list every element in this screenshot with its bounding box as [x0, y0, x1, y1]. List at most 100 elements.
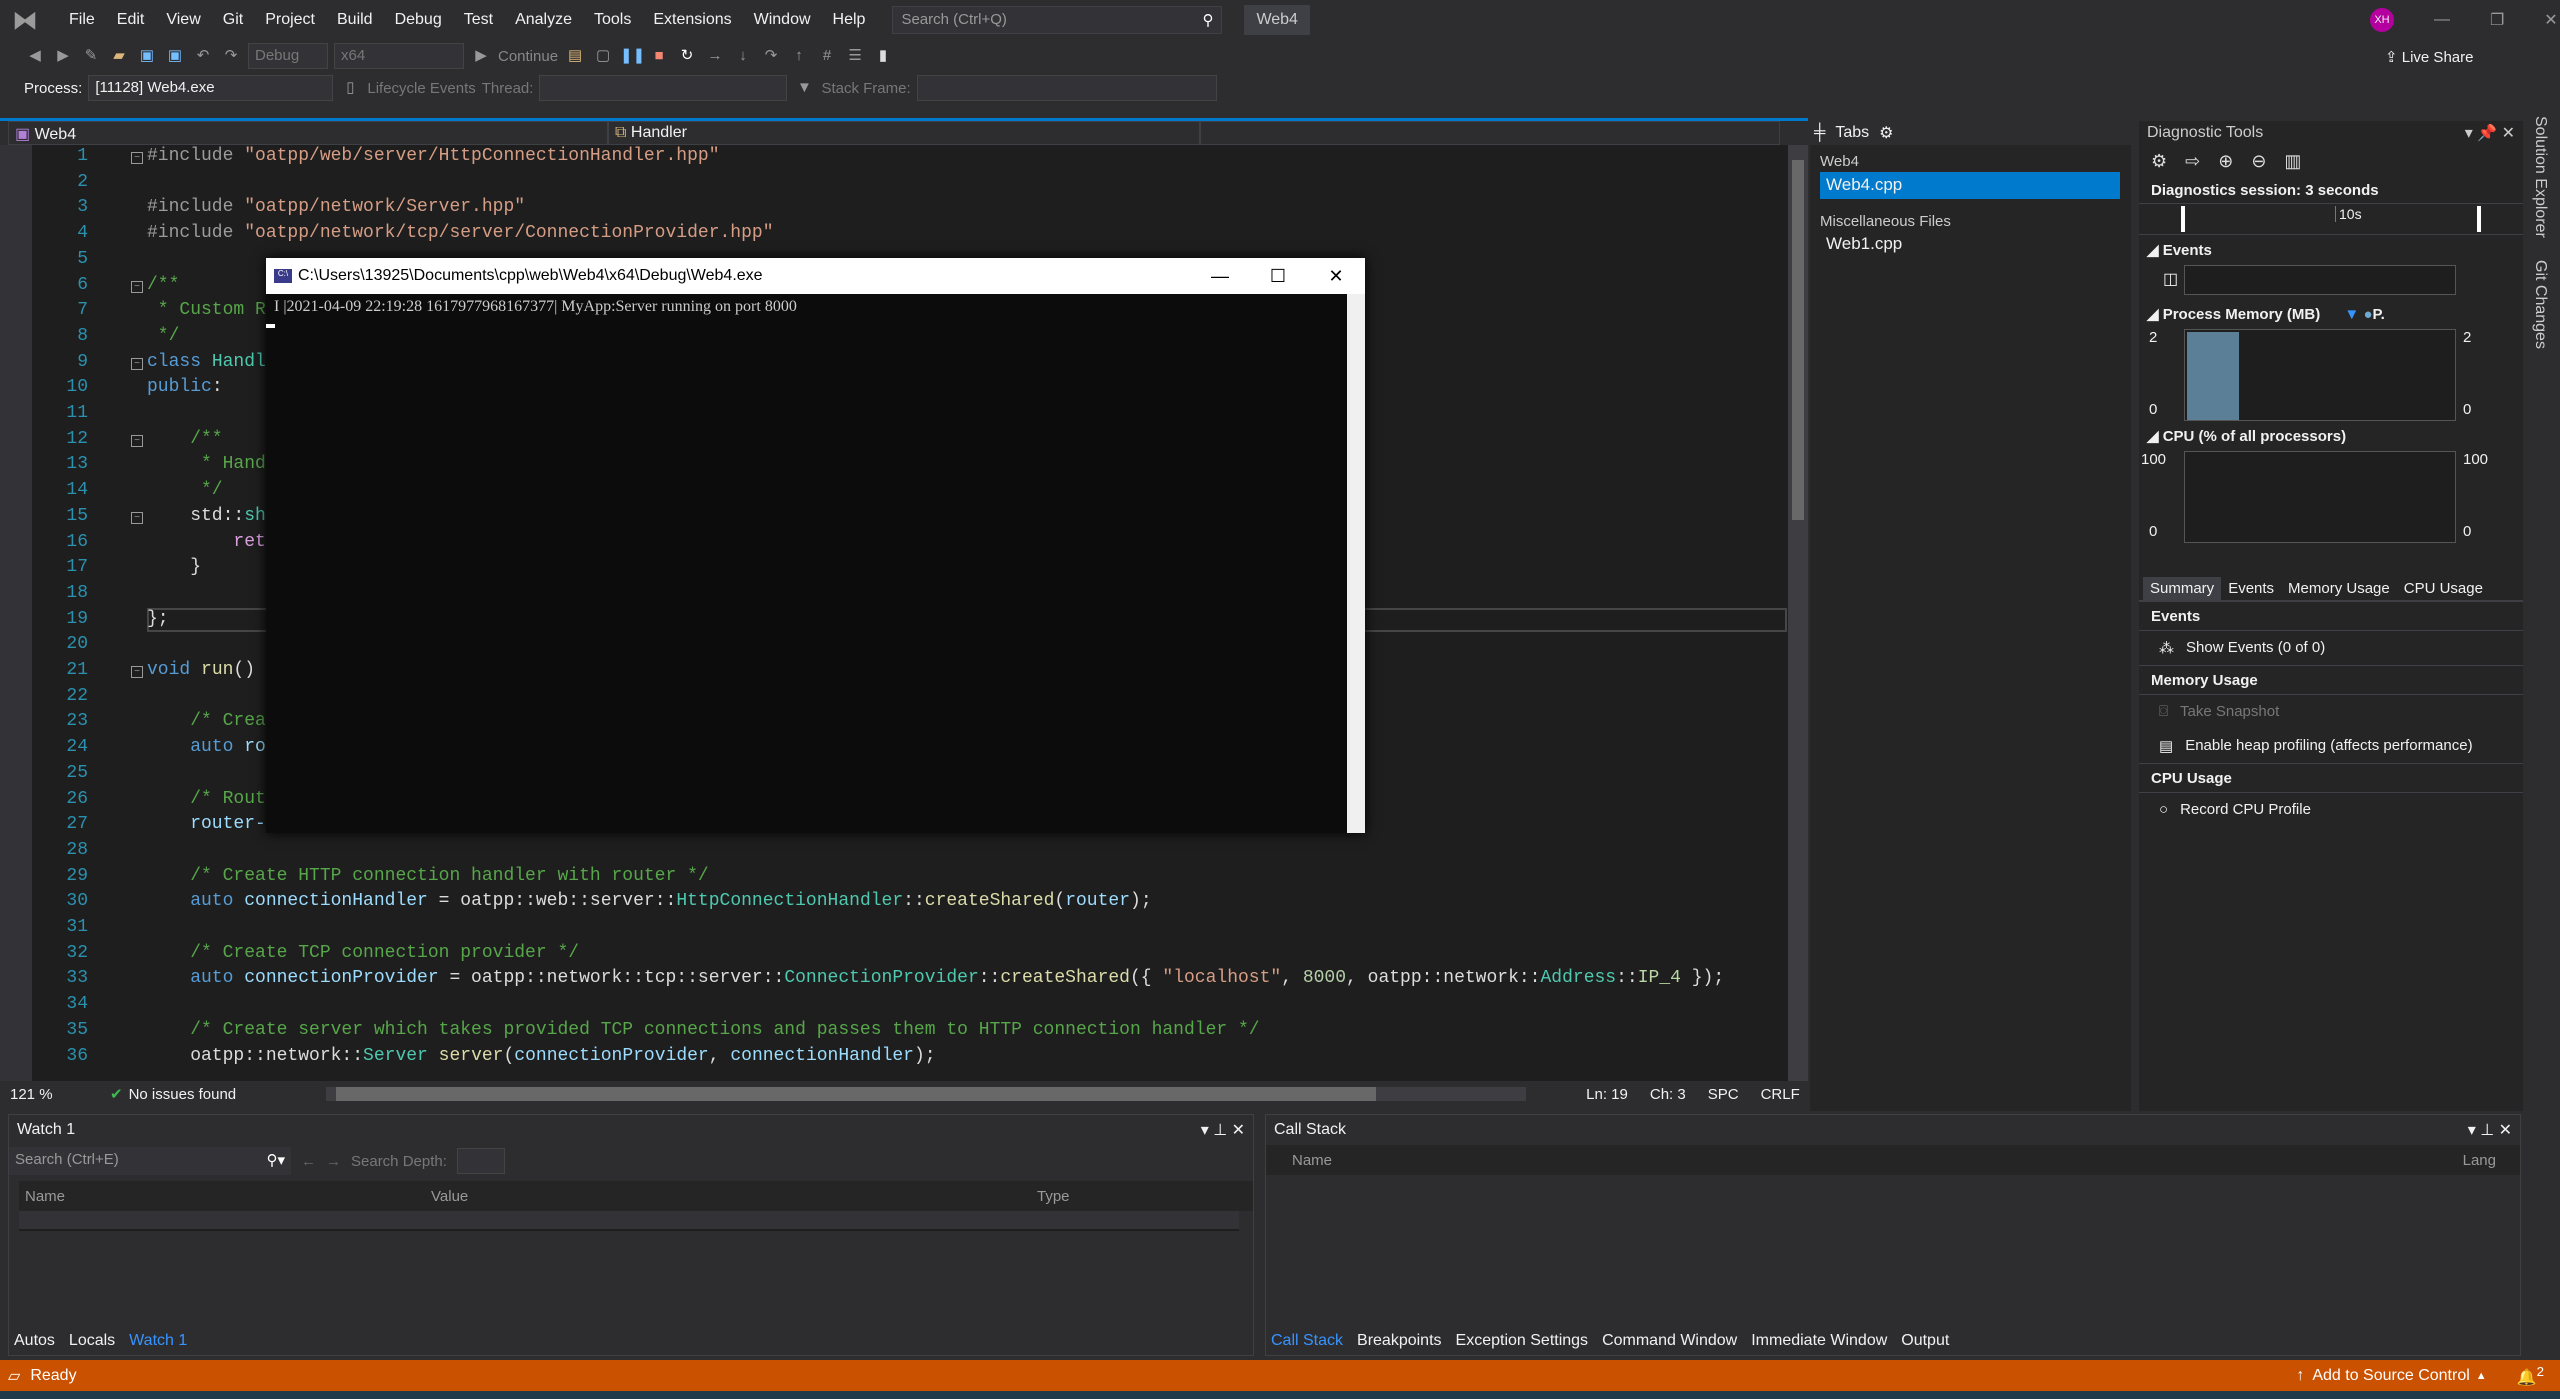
code-line[interactable]: /* Crea	[147, 711, 266, 731]
tab-watch-1[interactable]: Watch 1	[129, 1332, 187, 1350]
tab-autos[interactable]: Autos	[14, 1332, 55, 1350]
menu-debug[interactable]: Debug	[384, 11, 453, 29]
close-icon[interactable]: ✕	[1232, 1122, 1245, 1139]
watch-search-input[interactable]: Search (Ctrl+E) ⚲▾	[9, 1147, 291, 1175]
code-line[interactable]: /* Create HTTP connection handler with r…	[147, 866, 709, 886]
watch-empty-row[interactable]	[19, 1211, 1239, 1231]
code-line[interactable]: oatpp::network::Server server(connection…	[147, 1046, 935, 1066]
col-name[interactable]: Name	[19, 1188, 427, 1205]
scrollbar-thumb[interactable]	[1792, 160, 1804, 520]
fold-toggle-icon[interactable]: −	[131, 152, 143, 164]
side-tab-solution-explorer[interactable]: Solution Explorer	[2531, 116, 2549, 238]
comment-icon[interactable]: ☰	[844, 45, 866, 67]
code-line[interactable]: router-	[147, 814, 266, 834]
pause-events-icon[interactable]: ◫	[2163, 269, 2178, 289]
code-line[interactable]: }	[147, 557, 201, 577]
search-forward-icon[interactable]: →	[326, 1153, 341, 1170]
console-scrollbar[interactable]	[1347, 294, 1365, 833]
lifecycle-events-button[interactable]: Lifecycle Events	[367, 80, 475, 97]
code-line[interactable]: /* Create server which takes provided TC…	[147, 1020, 1259, 1040]
stop-icon[interactable]: ■	[648, 45, 670, 67]
console-title-bar[interactable]: C:\ C:\Users\13925\Documents\cpp\web\Web…	[266, 258, 1365, 294]
menu-git[interactable]: Git	[212, 11, 254, 29]
scrollbar-thumb[interactable]	[336, 1087, 1377, 1101]
menu-build[interactable]: Build	[326, 11, 384, 29]
pin-icon[interactable]: ⊥	[1213, 1122, 1227, 1139]
forward-icon[interactable]: ▶	[52, 45, 74, 67]
menu-project[interactable]: Project	[254, 11, 326, 29]
console-minimize-button[interactable]: —	[1191, 266, 1249, 287]
fold-toggle-icon[interactable]: −	[131, 666, 143, 678]
code-line[interactable]: class Handl	[147, 352, 266, 372]
code-line[interactable]: /* Rout	[147, 789, 266, 809]
bookmark-icon[interactable]: ▮	[872, 45, 894, 67]
timeline-end-handle[interactable]	[2477, 206, 2481, 232]
code-line[interactable]: ret	[147, 532, 265, 552]
heap-profiling-button[interactable]: ▤ Enable heap profiling (affects performa…	[2139, 729, 2523, 763]
save-all-icon[interactable]: ▣	[164, 45, 186, 67]
search-back-icon[interactable]: ←	[301, 1153, 316, 1170]
fold-toggle-icon[interactable]: −	[131, 357, 143, 370]
redo-icon[interactable]: ↷	[220, 45, 242, 67]
fold-toggle-icon[interactable]: −	[131, 434, 143, 447]
configuration-dropdown[interactable]: Debug	[248, 43, 328, 69]
code-line[interactable]: * Hand	[147, 454, 266, 474]
undo-icon[interactable]: ↶	[192, 45, 214, 67]
step-into-icon[interactable]: ↓	[732, 45, 754, 67]
console-maximize-button[interactable]: ☐	[1249, 266, 1307, 287]
tab-call-stack[interactable]: Call Stack	[1271, 1332, 1343, 1350]
save-icon[interactable]: ▣	[136, 45, 158, 67]
side-tab-git-changes[interactable]: Git Changes	[2531, 260, 2549, 349]
thread-dropdown[interactable]	[539, 75, 788, 101]
close-icon[interactable]: ✕	[2499, 1122, 2512, 1139]
tab-item-web1-cpp[interactable]: Web1.cpp	[1826, 234, 2131, 254]
issues-status[interactable]: No issues found	[129, 1086, 237, 1103]
find-in-files-icon[interactable]: ▤	[564, 45, 586, 67]
menu-test[interactable]: Test	[453, 11, 504, 29]
col-name[interactable]: Name	[1292, 1152, 1332, 1169]
pin-icon[interactable]: 📌	[2477, 125, 2497, 142]
open-file-icon[interactable]: ▰	[108, 45, 130, 67]
platform-dropdown[interactable]: x64	[334, 43, 464, 69]
code-line[interactable]: auto ro	[147, 737, 266, 757]
menu-extensions[interactable]: Extensions	[642, 11, 742, 29]
code-line[interactable]: */	[147, 480, 223, 500]
tab-breakpoints[interactable]: Breakpoints	[1357, 1332, 1442, 1350]
restart-icon[interactable]: ↻	[676, 45, 698, 67]
tab-memory-usage[interactable]: Memory Usage	[2281, 577, 2397, 600]
zoom-out-icon[interactable]: ⊖	[2251, 151, 2266, 172]
code-line[interactable]: /* Create TCP connection provider */	[147, 943, 579, 963]
show-events-button[interactable]: ⁂ Show Events (0 of 0)	[2139, 631, 2523, 665]
menu-file[interactable]: File	[58, 11, 106, 29]
tab-locals[interactable]: Locals	[69, 1332, 115, 1350]
code-line[interactable]: #include "oatpp/web/server/HttpConnectio…	[147, 146, 720, 166]
dropdown-icon[interactable]: ▾	[1201, 1122, 1209, 1139]
export-icon[interactable]: ⇨	[2185, 151, 2200, 172]
fold-toggle-icon[interactable]: −	[131, 511, 143, 524]
filter-icon[interactable]: ▼	[793, 77, 815, 99]
chart-icon[interactable]: ▥	[2284, 151, 2301, 172]
code-line[interactable]: auto connectionProvider = oatpp::network…	[147, 968, 1724, 988]
notifications-bell-icon[interactable]: 🔔2	[2517, 1364, 2544, 1387]
zoom-in-icon[interactable]: ⊕	[2218, 151, 2233, 172]
fold-toggle-icon[interactable]: −	[131, 280, 143, 293]
menu-view[interactable]: View	[155, 11, 211, 29]
code-line[interactable]: public:	[147, 377, 223, 397]
menu-analyze[interactable]: Analyze	[504, 11, 583, 29]
step-out-icon[interactable]: ↑	[788, 45, 810, 67]
menu-window[interactable]: Window	[743, 11, 822, 29]
stack-frame-dropdown[interactable]	[916, 75, 1217, 101]
close-button[interactable]: ✕	[2544, 10, 2557, 30]
code-line[interactable]: };	[147, 609, 169, 629]
tab-exception-settings[interactable]: Exception Settings	[1456, 1332, 1589, 1350]
code-line[interactable]: /**	[147, 275, 179, 295]
code-line[interactable]: /**	[147, 429, 222, 449]
code-line[interactable]: auto connectionHandler = oatpp::web::ser…	[147, 891, 1151, 911]
minimize-button[interactable]: —	[2434, 11, 2450, 29]
menu-help[interactable]: Help	[822, 11, 877, 29]
tab-command-window[interactable]: Command Window	[1602, 1332, 1737, 1350]
pause-icon[interactable]: ❚❚	[620, 45, 645, 67]
console-close-button[interactable]: ✕	[1307, 266, 1365, 287]
col-value[interactable]: Value	[427, 1188, 1037, 1205]
tab-item-web4-cpp[interactable]: Web4.cpp	[1820, 172, 2120, 199]
